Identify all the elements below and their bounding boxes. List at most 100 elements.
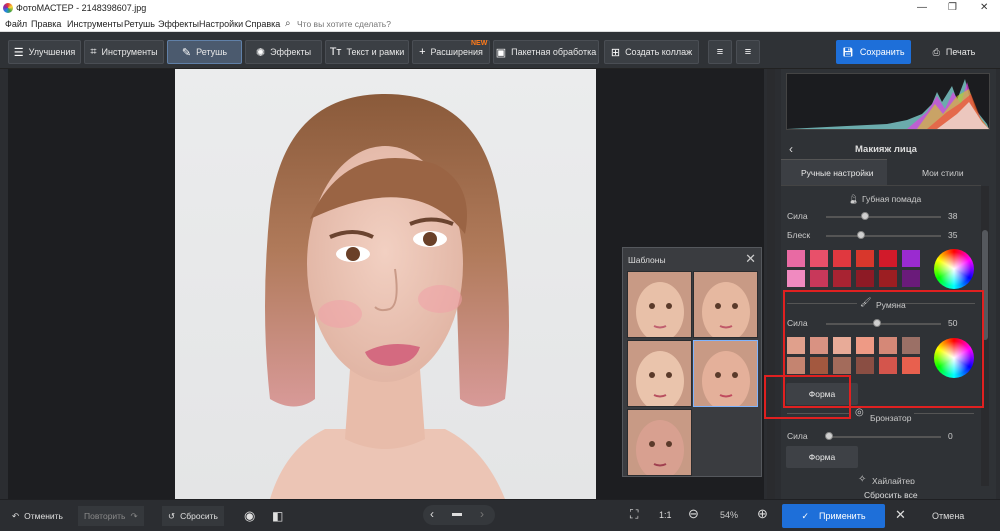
save-disk-icon: 💾︎ bbox=[842, 46, 854, 57]
compare-icon[interactable]: ◧ bbox=[266, 506, 289, 526]
portrait-photo[interactable] bbox=[175, 69, 596, 499]
tab-tools[interactable]: ⌗ Инструменты bbox=[84, 40, 164, 64]
bronzer-divider-right bbox=[914, 413, 974, 414]
lipstick-strength-knob[interactable] bbox=[861, 212, 869, 220]
title-bar: ФотоМАСТЕР - 2148398607.jpg — ❐ ✕ bbox=[0, 0, 1000, 17]
lipstick-swatch[interactable] bbox=[856, 250, 874, 267]
menu-edit[interactable]: Правка bbox=[31, 19, 61, 29]
redo-icon: ↷ bbox=[130, 510, 138, 521]
zoom-level: 54% bbox=[720, 510, 739, 520]
redo-button[interactable]: Повторить ↷ bbox=[78, 506, 144, 526]
cancel-x-icon[interactable]: ✕ bbox=[895, 507, 906, 523]
zoom-out-icon[interactable]: ⊖ bbox=[688, 506, 699, 522]
template-thumb-1[interactable] bbox=[627, 271, 692, 338]
bronzer-strength-value: 0 bbox=[948, 431, 953, 441]
bronzer-strength-label: Сила bbox=[787, 431, 808, 441]
lipstick-label: Губная помада bbox=[862, 194, 922, 204]
lipstick-swatch[interactable] bbox=[856, 270, 874, 287]
menu-tools[interactable]: Инструменты bbox=[67, 19, 123, 29]
lipstick-gloss-knob[interactable] bbox=[857, 231, 865, 239]
menu-retouch[interactable]: Ретушь bbox=[124, 19, 155, 29]
lipstick-swatch[interactable] bbox=[787, 270, 805, 287]
lipstick-swatch[interactable] bbox=[810, 250, 828, 267]
tab-retouch[interactable]: ✎ Ретушь bbox=[167, 40, 242, 64]
lipstick-gloss-value: 35 bbox=[948, 230, 958, 240]
tab-text-frames[interactable]: Tт Текст и рамки bbox=[325, 40, 409, 64]
menu-settings[interactable]: Настройки bbox=[199, 19, 243, 29]
lipstick-swatch[interactable] bbox=[879, 250, 897, 267]
canvas-scrollbar[interactable] bbox=[767, 69, 775, 499]
histogram-graph bbox=[787, 79, 989, 129]
lipstick-swatch[interactable] bbox=[902, 250, 920, 267]
batch-processing-button[interactable]: ▣ Пакетная обработка bbox=[493, 40, 599, 64]
lipstick-strength-slider[interactable] bbox=[826, 216, 941, 218]
lipstick-icon: 💄︎ bbox=[848, 194, 860, 204]
zoom-in-icon[interactable]: ⊕ bbox=[757, 506, 768, 522]
templates-title: Шаблоны bbox=[628, 255, 666, 265]
menu-effects[interactable]: Эффекты bbox=[158, 19, 199, 29]
tab-effects[interactable]: ✺ Эффекты bbox=[245, 40, 322, 64]
reset-button[interactable]: ↺ Сбросить bbox=[162, 506, 224, 526]
back-chevron-icon[interactable]: ‹ bbox=[789, 142, 793, 156]
lipstick-swatch[interactable] bbox=[833, 270, 851, 287]
printer-icon: ⎙ bbox=[932, 46, 940, 57]
template-thumb-4[interactable] bbox=[693, 340, 758, 407]
filter-info-button[interactable]: ≡ bbox=[736, 40, 760, 64]
bronzer-form-button[interactable]: Форма bbox=[786, 446, 858, 468]
filter-info-icon: ≡ bbox=[744, 46, 752, 58]
apply-button[interactable]: ✓ Применить bbox=[782, 504, 885, 528]
prev-image-icon[interactable]: ‹ bbox=[430, 507, 434, 521]
app-logo-icon bbox=[3, 3, 13, 13]
sliders-icon: ☰ bbox=[13, 46, 24, 59]
highlighter-label: Хайлайтер bbox=[872, 476, 915, 484]
tab-my-styles[interactable]: Мои стили bbox=[922, 168, 964, 178]
sparkle-icon: ✺ bbox=[255, 46, 266, 59]
crop-icon: ⌗ bbox=[90, 45, 97, 58]
template-thumb-2[interactable] bbox=[693, 271, 758, 338]
undo-button[interactable]: ↶ Отменить bbox=[6, 506, 69, 526]
ratio-1-1-button[interactable]: 1:1 bbox=[659, 510, 672, 520]
close-window-icon[interactable]: ✕ bbox=[980, 2, 988, 13]
lipstick-color-wheel[interactable] bbox=[934, 249, 974, 289]
bronzer-strength-slider[interactable] bbox=[826, 436, 941, 438]
reset-icon: ↺ bbox=[168, 510, 176, 521]
lipstick-swatch[interactable] bbox=[902, 270, 920, 287]
window-title: ФотоМАСТЕР - 2148398607.jpg bbox=[16, 3, 147, 13]
bronzer-strength-knob[interactable] bbox=[825, 432, 833, 440]
lipstick-swatch[interactable] bbox=[833, 250, 851, 267]
folder-icon[interactable]: ▬ bbox=[452, 508, 462, 519]
template-thumb-3[interactable] bbox=[627, 340, 692, 407]
print-button[interactable]: ⎙ Печать bbox=[916, 40, 992, 64]
next-image-icon[interactable]: › bbox=[480, 507, 484, 521]
plus-icon: + bbox=[419, 46, 426, 58]
new-badge: NEW bbox=[471, 40, 488, 47]
lipstick-strength-label: Сила bbox=[787, 211, 808, 221]
filter-add-icon: ≡ bbox=[716, 46, 724, 58]
minimize-icon[interactable]: — bbox=[917, 2, 927, 13]
search-input[interactable] bbox=[297, 18, 447, 30]
undo-icon: ↶ bbox=[12, 510, 20, 521]
lipstick-swatch[interactable] bbox=[787, 250, 805, 267]
tabs-divider bbox=[781, 185, 981, 186]
add-filter-button[interactable]: ≡ bbox=[708, 40, 732, 64]
image-stack-icon: ▣ bbox=[495, 46, 507, 59]
lipstick-gloss-slider[interactable] bbox=[826, 235, 941, 237]
menu-file[interactable]: Файл bbox=[5, 19, 27, 29]
lipstick-swatch[interactable] bbox=[810, 270, 828, 287]
tab-improvements[interactable]: ☰ Улучшения bbox=[8, 40, 81, 64]
histogram bbox=[786, 73, 990, 130]
save-button[interactable]: 💾︎ Сохранить bbox=[836, 40, 911, 64]
create-collage-button[interactable]: ⊞ Создать коллаж bbox=[604, 40, 699, 64]
maximize-icon[interactable]: ❐ bbox=[948, 2, 957, 13]
close-icon[interactable]: ✕ bbox=[745, 251, 756, 267]
lipstick-swatch[interactable] bbox=[879, 270, 897, 287]
search-icon: ⌕ bbox=[285, 18, 291, 29]
check-icon: ✓ bbox=[801, 510, 810, 521]
cancel-button[interactable]: Отмена bbox=[932, 511, 964, 521]
tab-manual-label: Ручные настройки bbox=[801, 168, 874, 178]
menu-help[interactable]: Справка bbox=[245, 19, 280, 29]
preview-eye-icon[interactable]: ◉ bbox=[238, 506, 261, 526]
fit-screen-icon[interactable]: ⛶ bbox=[630, 507, 638, 522]
template-thumb-5[interactable] bbox=[627, 409, 692, 476]
menu-bar: Файл Правка Инструменты Ретушь Эффекты Н… bbox=[0, 17, 1000, 32]
